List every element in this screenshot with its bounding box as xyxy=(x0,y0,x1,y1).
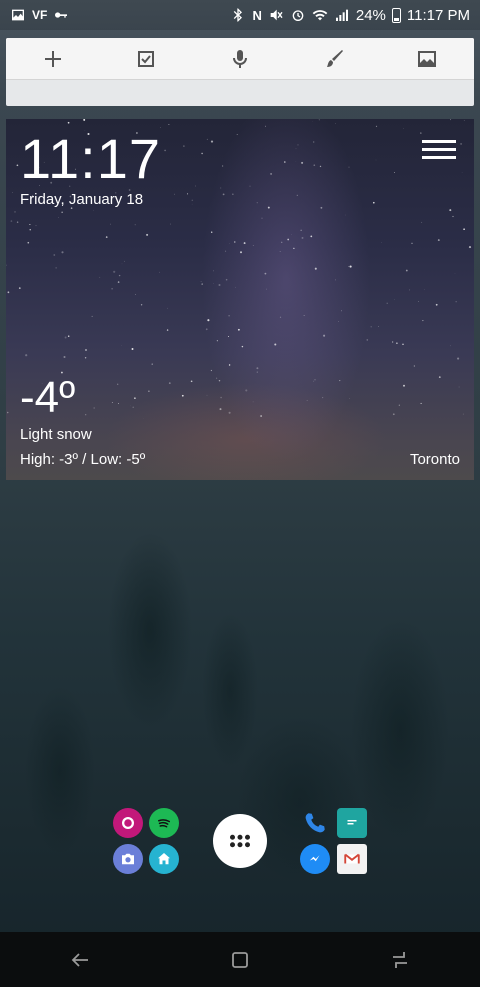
navigation-bar xyxy=(0,932,480,987)
status-bar: VF N 24% 11:17 PM xyxy=(0,0,480,30)
recents-button[interactable] xyxy=(370,935,430,985)
spotify-app[interactable] xyxy=(149,808,179,838)
voice-note-button[interactable] xyxy=(220,39,260,79)
image-icon xyxy=(418,50,437,67)
mute-icon xyxy=(268,6,284,24)
notes-toolbar xyxy=(6,38,474,80)
checkbox-icon xyxy=(138,50,155,67)
camera-icon xyxy=(122,853,134,865)
messenger-icon xyxy=(309,855,320,862)
current-temperature: -4º xyxy=(20,373,76,422)
image-icon xyxy=(10,6,26,24)
widget-date: Friday, January 18 xyxy=(20,191,144,208)
spotify-icon xyxy=(158,819,170,828)
home-icon xyxy=(158,853,170,865)
city-name: Toronto xyxy=(409,451,460,468)
status-right-icons: N 24% 11:17 PM xyxy=(230,6,470,24)
vf-icon: VF xyxy=(32,8,48,22)
status-time: 11:17 PM xyxy=(406,6,470,24)
signal-icon xyxy=(334,6,350,24)
messages-icon xyxy=(347,820,357,825)
photo-note-button[interactable] xyxy=(407,39,447,79)
home-button-icon xyxy=(232,951,248,968)
nfc-icon: N xyxy=(252,7,262,23)
wifi-icon xyxy=(312,6,328,24)
back-icon xyxy=(71,952,88,967)
home-button[interactable] xyxy=(210,935,270,985)
messages-app[interactable] xyxy=(337,808,367,838)
battery-icon xyxy=(391,7,401,23)
phone-app[interactable] xyxy=(300,808,330,838)
home-dock xyxy=(0,800,480,880)
phone-icon xyxy=(305,813,325,833)
weather-widget[interactable]: 11:17 Friday, January 18 -4º Light snow … xyxy=(6,119,474,480)
bluetooth-icon xyxy=(230,6,246,24)
firefox-icon xyxy=(122,817,134,829)
menu-icon[interactable] xyxy=(422,137,456,165)
new-note-button[interactable] xyxy=(33,39,73,79)
battery-percent: 24% xyxy=(355,6,386,24)
brush-icon xyxy=(326,49,343,67)
recents-icon xyxy=(393,951,407,968)
back-button[interactable] xyxy=(50,935,110,985)
high-low-temperature: High: -3º / Low: -5º xyxy=(20,451,146,468)
camera-app[interactable] xyxy=(113,844,143,874)
widget-clock[interactable]: 11:17 xyxy=(20,129,161,189)
firefox-app[interactable] xyxy=(113,808,143,838)
apps-grid-icon xyxy=(230,834,250,848)
drawing-note-button[interactable] xyxy=(314,39,354,79)
home-app[interactable] xyxy=(149,844,179,874)
gmail-app[interactable] xyxy=(337,844,367,874)
status-left-icons: VF xyxy=(10,6,69,24)
new-list-button[interactable] xyxy=(126,39,166,79)
notes-widget xyxy=(6,38,474,106)
key-icon xyxy=(53,6,69,24)
gmail-icon xyxy=(344,853,360,864)
weather-condition: Light snow xyxy=(20,426,92,443)
add-icon xyxy=(44,50,61,67)
alarm-icon xyxy=(290,6,306,24)
app-drawer-button[interactable] xyxy=(213,814,267,868)
microphone-icon xyxy=(232,49,247,68)
messenger-app[interactable] xyxy=(300,844,330,874)
